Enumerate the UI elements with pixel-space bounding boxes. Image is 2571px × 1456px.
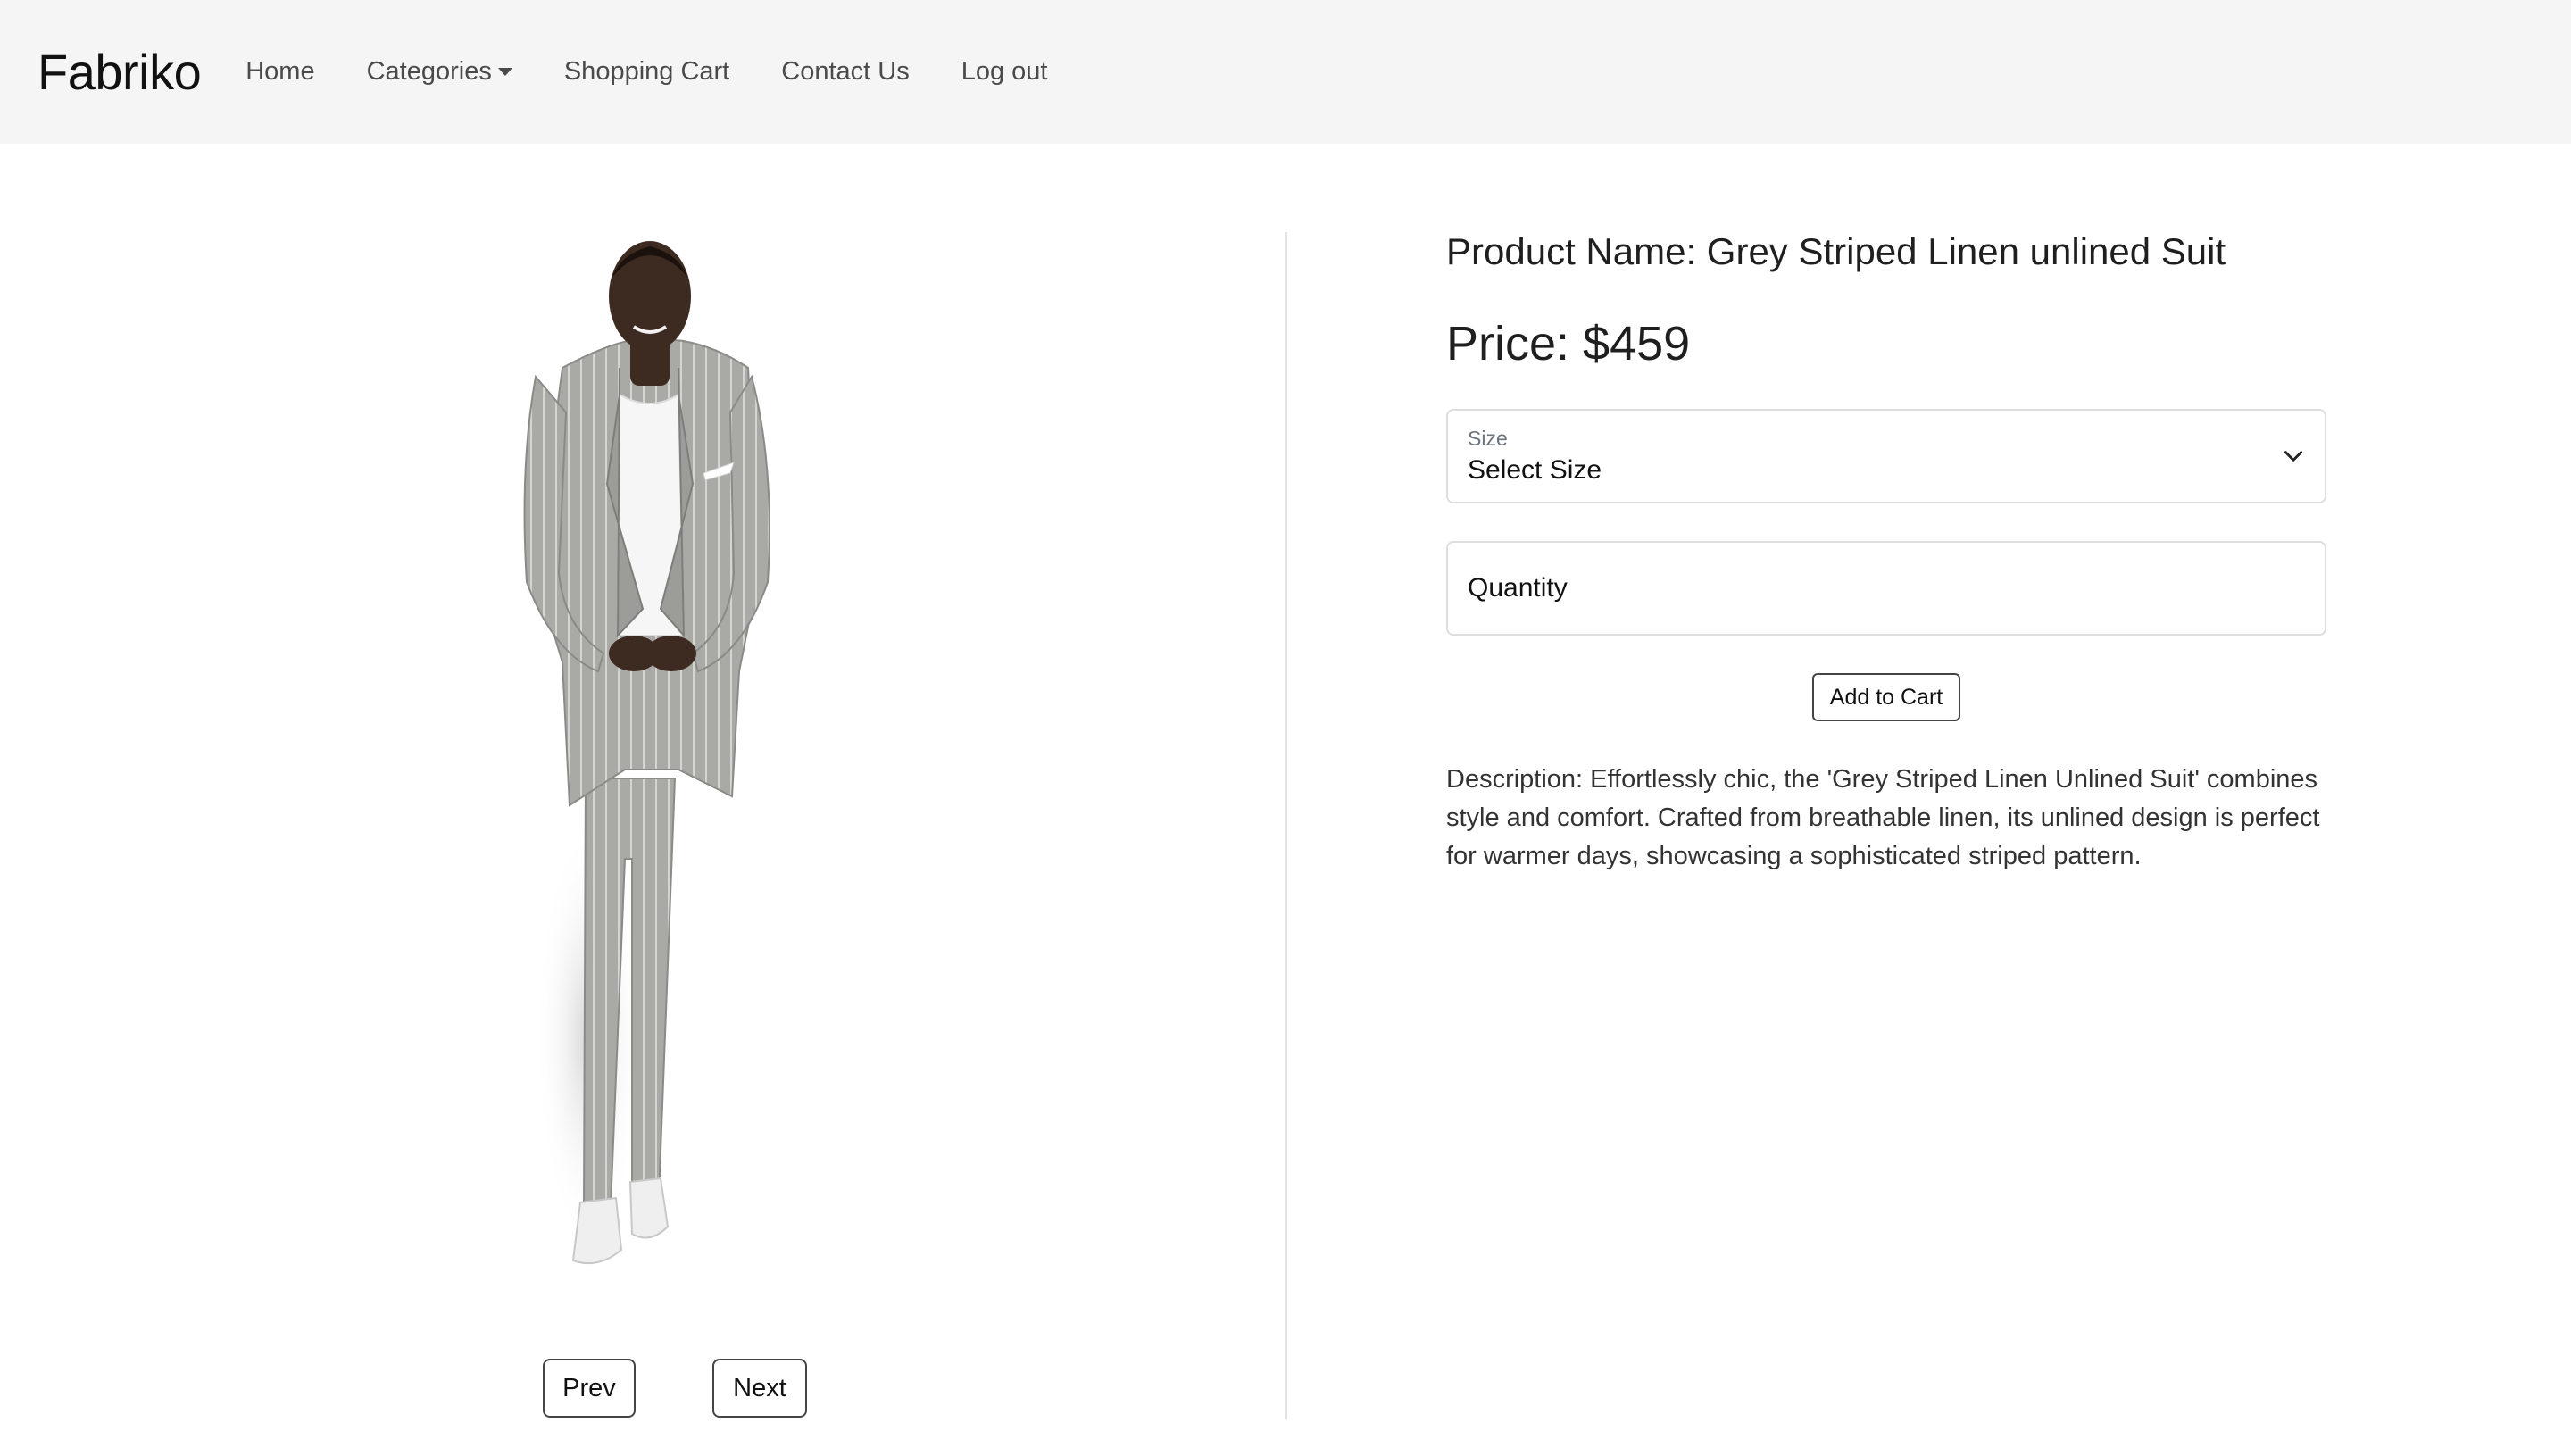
quantity-input[interactable] [1446, 541, 2326, 636]
size-select-value: Select Size [1468, 455, 1602, 485]
caret-down-icon [497, 68, 512, 76]
nav-categories-dropdown[interactable]: Categories [367, 57, 512, 87]
next-button[interactable]: Next [712, 1359, 807, 1418]
add-to-cart-button[interactable]: Add to Cart [1812, 673, 1960, 721]
prev-button[interactable]: Prev [543, 1359, 636, 1418]
product-image [523, 241, 770, 1264]
nav-shopping-cart[interactable]: Shopping Cart [564, 57, 729, 87]
nav-home[interactable]: Home [245, 57, 314, 87]
nav-contact-us[interactable]: Contact Us [781, 57, 909, 87]
product-name: Product Name: Grey Striped Linen unlined… [1446, 230, 2226, 272]
column-divider [1286, 232, 1287, 1419]
nav-categories-label: Categories [366, 57, 492, 86]
size-select-label: Size [1468, 427, 1508, 450]
product-price: Price: $459 [1446, 317, 1691, 370]
brand-logo[interactable]: Fabriko [37, 43, 202, 101]
navbar: Fabriko Home Categories Shopping Cart Co… [0, 0, 2571, 144]
size-select[interactable]: Size Select Size [1446, 409, 2326, 503]
nav-log-out[interactable]: Log out [961, 57, 1048, 87]
product-description: Description: Effortlessly chic, the 'Gre… [1446, 765, 2320, 870]
chevron-down-icon [2284, 451, 2303, 462]
